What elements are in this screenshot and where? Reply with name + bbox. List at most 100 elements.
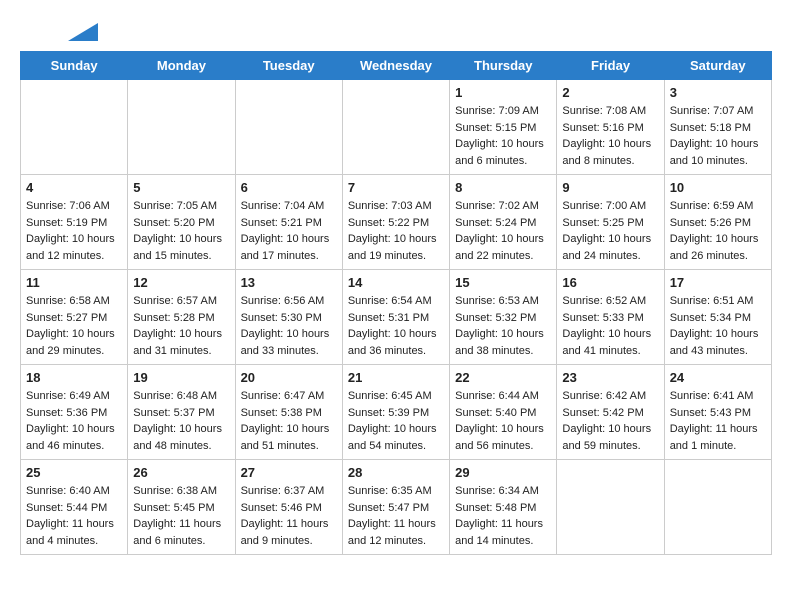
day-info: Sunrise: 6:58 AMSunset: 5:27 PMDaylight:… [26,293,122,359]
day-number: 20 [241,370,337,385]
calendar-week-row: 25Sunrise: 6:40 AMSunset: 5:44 PMDayligh… [21,460,772,555]
day-number: 7 [348,180,444,195]
day-info: Sunrise: 6:42 AMSunset: 5:42 PMDaylight:… [562,388,658,454]
day-info: Sunrise: 6:47 AMSunset: 5:38 PMDaylight:… [241,388,337,454]
calendar-weekday-header: Thursday [450,52,557,80]
calendar-day-cell: 20 Sunrise: 6:47 AMSunset: 5:38 PMDayligh… [235,365,342,460]
day-info: Sunrise: 6:51 AMSunset: 5:34 PMDaylight:… [670,293,766,359]
calendar-day-cell: 28 Sunrise: 6:35 AMSunset: 5:47 PMDayligh… [342,460,449,555]
day-info: Sunrise: 6:44 AMSunset: 5:40 PMDaylight:… [455,388,551,454]
calendar-day-cell: 25Sunrise: 6:40 AMSunset: 5:44 PMDayligh… [21,460,128,555]
day-info: Sunrise: 7:04 AMSunset: 5:21 PMDaylight:… [241,198,337,264]
calendar-day-cell: 3Sunrise: 7:07 AMSunset: 5:18 PMDaylight… [664,80,771,175]
day-number: 28 [348,465,444,480]
calendar-day-cell [235,80,342,175]
calendar-day-cell: 22 Sunrise: 6:44 AMSunset: 5:40 PMDayligh… [450,365,557,460]
day-number: 26 [133,465,229,480]
calendar-weekday-header: Tuesday [235,52,342,80]
calendar-weekday-header: Wednesday [342,52,449,80]
calendar-day-cell [342,80,449,175]
calendar-day-cell: 21Sunrise: 6:45 AMSunset: 5:39 PMDayligh… [342,365,449,460]
calendar-day-cell: 7 Sunrise: 7:03 AMSunset: 5:22 PMDaylight… [342,175,449,270]
day-number: 29 [455,465,551,480]
calendar-day-cell: 1 Sunrise: 7:09 AMSunset: 5:15 PMDaylight… [450,80,557,175]
day-number: 16 [562,275,658,290]
day-info: Sunrise: 7:05 AMSunset: 5:20 PMDaylight:… [133,198,229,264]
day-number: 15 [455,275,551,290]
calendar-day-cell: 2 Sunrise: 7:08 AMSunset: 5:16 PMDaylight… [557,80,664,175]
calendar-day-cell: 8 Sunrise: 7:02 AMSunset: 5:24 PMDaylight… [450,175,557,270]
day-info: Sunrise: 6:34 AMSunset: 5:48 PMDaylight:… [455,483,551,549]
calendar-day-cell: 18 Sunrise: 6:49 AMSunset: 5:36 PMDayligh… [21,365,128,460]
calendar-day-cell: 5Sunrise: 7:05 AMSunset: 5:20 PMDaylight… [128,175,235,270]
day-info: Sunrise: 7:02 AMSunset: 5:24 PMDaylight:… [455,198,551,264]
day-info: Sunrise: 6:59 AMSunset: 5:26 PMDaylight:… [670,198,766,264]
day-info: Sunrise: 6:38 AMSunset: 5:45 PMDaylight:… [133,483,229,549]
calendar-day-cell [128,80,235,175]
calendar-day-cell: 29 Sunrise: 6:34 AMSunset: 5:48 PMDayligh… [450,460,557,555]
calendar-weekday-header: Friday [557,52,664,80]
calendar-body: 1 Sunrise: 7:09 AMSunset: 5:15 PMDaylight… [21,80,772,555]
day-number: 21 [348,370,444,385]
day-info: Sunrise: 6:57 AMSunset: 5:28 PMDaylight:… [133,293,229,359]
day-number: 2 [562,85,658,100]
calendar-day-cell: 11Sunrise: 6:58 AMSunset: 5:27 PMDayligh… [21,270,128,365]
day-number: 17 [670,275,766,290]
day-number: 9 [562,180,658,195]
calendar-day-cell: 16 Sunrise: 6:52 AMSunset: 5:33 PMDayligh… [557,270,664,365]
calendar-week-row: 11Sunrise: 6:58 AMSunset: 5:27 PMDayligh… [21,270,772,365]
calendar-day-cell [557,460,664,555]
calendar-weekday-header: Saturday [664,52,771,80]
calendar-day-cell: 14 Sunrise: 6:54 AMSunset: 5:31 PMDayligh… [342,270,449,365]
calendar-weekday-header: Monday [128,52,235,80]
day-number: 24 [670,370,766,385]
day-info: Sunrise: 6:48 AMSunset: 5:37 PMDaylight:… [133,388,229,454]
calendar-header-row: SundayMondayTuesdayWednesdayThursdayFrid… [21,52,772,80]
day-number: 10 [670,180,766,195]
calendar-day-cell: 17 Sunrise: 6:51 AMSunset: 5:34 PMDayligh… [664,270,771,365]
calendar-weekday-header: Sunday [21,52,128,80]
day-number: 6 [241,180,337,195]
day-info: Sunrise: 6:41 AMSunset: 5:43 PMDaylight:… [670,388,766,454]
day-info: Sunrise: 7:00 AMSunset: 5:25 PMDaylight:… [562,198,658,264]
calendar-day-cell [21,80,128,175]
calendar-day-cell: 27Sunrise: 6:37 AMSunset: 5:46 PMDayligh… [235,460,342,555]
day-number: 22 [455,370,551,385]
calendar-week-row: 18 Sunrise: 6:49 AMSunset: 5:36 PMDayligh… [21,365,772,460]
day-info: Sunrise: 7:09 AMSunset: 5:15 PMDaylight:… [455,103,551,169]
calendar-day-cell: 15 Sunrise: 6:53 AMSunset: 5:32 PMDayligh… [450,270,557,365]
calendar-day-cell: 23 Sunrise: 6:42 AMSunset: 5:42 PMDayligh… [557,365,664,460]
day-info: Sunrise: 6:49 AMSunset: 5:36 PMDaylight:… [26,388,122,454]
day-number: 25 [26,465,122,480]
day-number: 1 [455,85,551,100]
day-info: Sunrise: 7:06 AMSunset: 5:19 PMDaylight:… [26,198,122,264]
calendar-table: SundayMondayTuesdayWednesdayThursdayFrid… [20,51,772,555]
day-info: Sunrise: 6:53 AMSunset: 5:32 PMDaylight:… [455,293,551,359]
day-number: 14 [348,275,444,290]
day-info: Sunrise: 7:03 AMSunset: 5:22 PMDaylight:… [348,198,444,264]
calendar-day-cell: 9 Sunrise: 7:00 AMSunset: 5:25 PMDaylight… [557,175,664,270]
day-info: Sunrise: 6:35 AMSunset: 5:47 PMDaylight:… [348,483,444,549]
calendar-week-row: 4 Sunrise: 7:06 AMSunset: 5:19 PMDaylight… [21,175,772,270]
calendar-day-cell: 4 Sunrise: 7:06 AMSunset: 5:19 PMDaylight… [21,175,128,270]
calendar-day-cell: 19 Sunrise: 6:48 AMSunset: 5:37 PMDayligh… [128,365,235,460]
day-number: 19 [133,370,229,385]
day-info: Sunrise: 6:56 AMSunset: 5:30 PMDaylight:… [241,293,337,359]
day-number: 3 [670,85,766,100]
day-number: 23 [562,370,658,385]
calendar-day-cell: 12 Sunrise: 6:57 AMSunset: 5:28 PMDayligh… [128,270,235,365]
day-number: 4 [26,180,122,195]
calendar-day-cell: 13Sunrise: 6:56 AMSunset: 5:30 PMDayligh… [235,270,342,365]
day-number: 12 [133,275,229,290]
day-info: Sunrise: 6:52 AMSunset: 5:33 PMDaylight:… [562,293,658,359]
logo-icon [68,23,98,41]
day-number: 18 [26,370,122,385]
day-info: Sunrise: 7:08 AMSunset: 5:16 PMDaylight:… [562,103,658,169]
day-info: Sunrise: 6:54 AMSunset: 5:31 PMDaylight:… [348,293,444,359]
page-header [20,20,772,41]
calendar-day-cell: 10 Sunrise: 6:59 AMSunset: 5:26 PMDayligh… [664,175,771,270]
calendar-day-cell: 26 Sunrise: 6:38 AMSunset: 5:45 PMDayligh… [128,460,235,555]
calendar-day-cell: 24 Sunrise: 6:41 AMSunset: 5:43 PMDayligh… [664,365,771,460]
day-number: 8 [455,180,551,195]
calendar-day-cell: 6 Sunrise: 7:04 AMSunset: 5:21 PMDaylight… [235,175,342,270]
